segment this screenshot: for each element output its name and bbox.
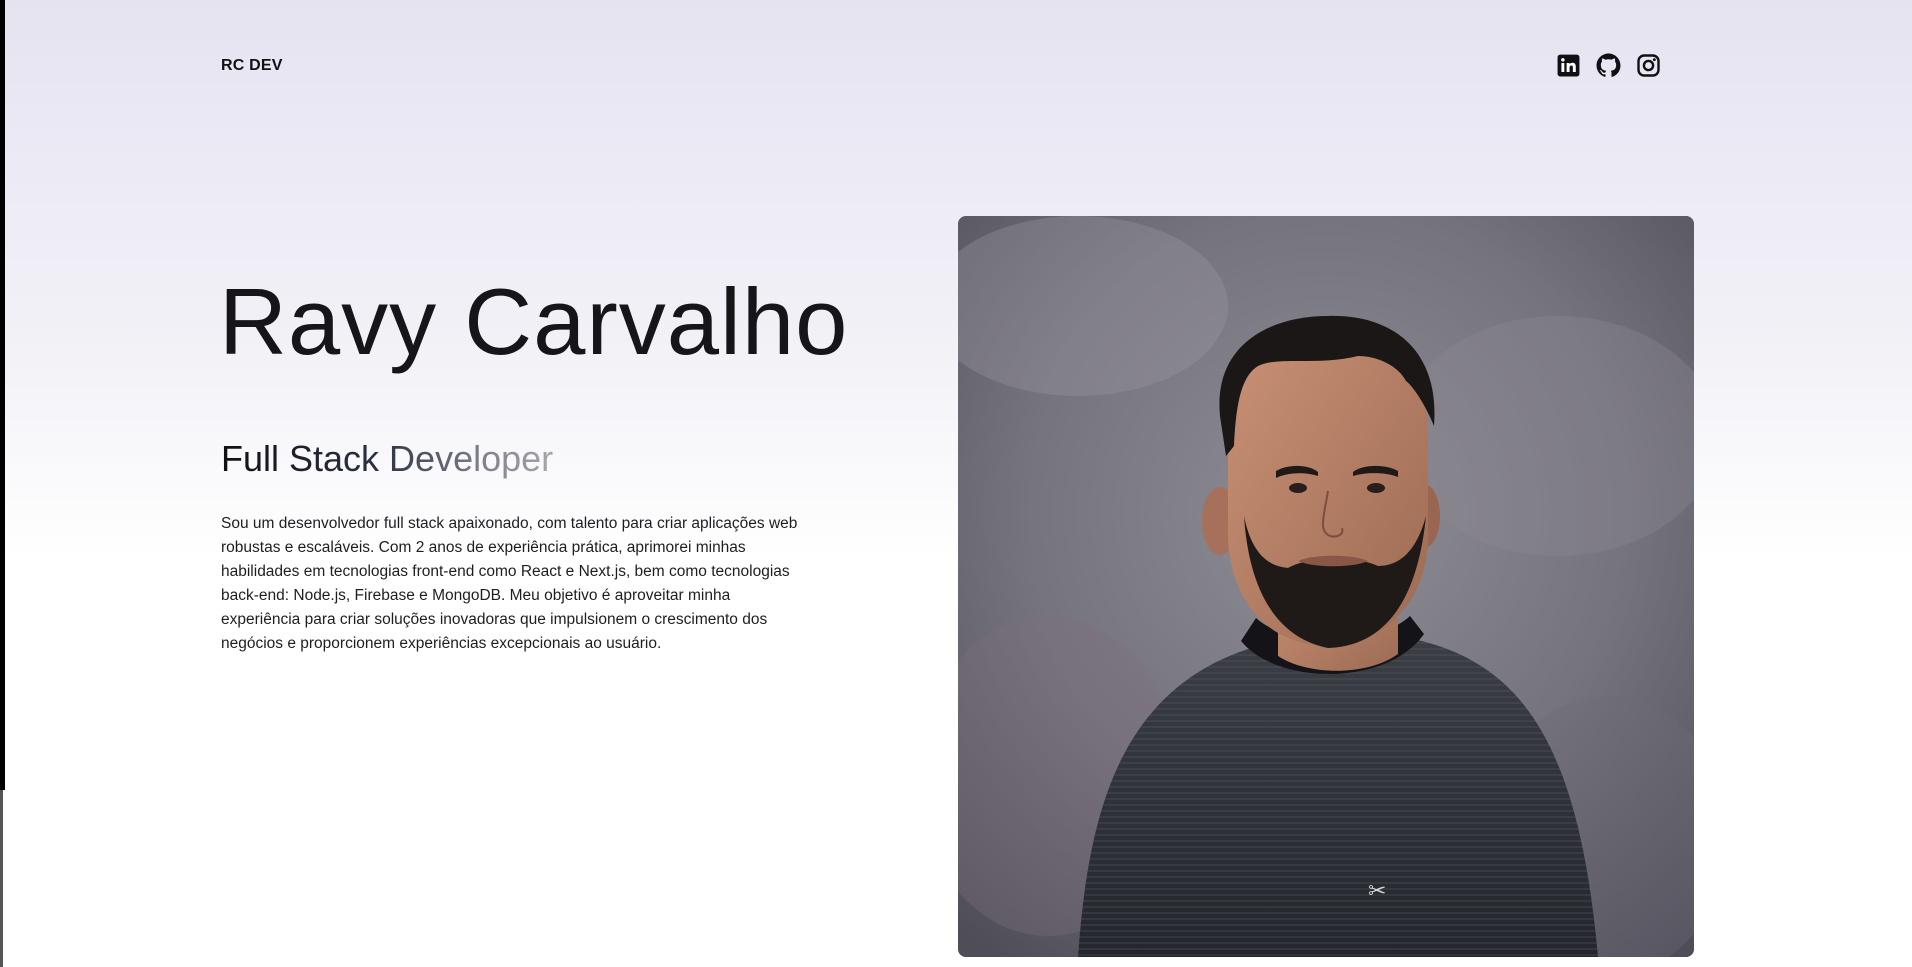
window-edge	[0, 0, 5, 790]
svg-text:✂: ✂	[1368, 878, 1386, 903]
instagram-icon	[1637, 54, 1660, 77]
github-icon	[1596, 53, 1621, 77]
hero-role: Full Stack Developer	[221, 438, 554, 479]
github-link[interactable]	[1596, 53, 1621, 78]
hero-bio: Sou um desenvolvedor full stack apaixona…	[221, 515, 798, 652]
hero-name: Ravy Carvalho	[219, 269, 849, 374]
instagram-link[interactable]	[1636, 53, 1661, 78]
profile-photo: ✂	[958, 216, 1694, 957]
linkedin-link[interactable]	[1556, 53, 1581, 78]
window-edge-lower	[0, 790, 3, 967]
social-links	[1556, 53, 1661, 78]
linkedin-icon	[1557, 54, 1580, 77]
portrait-illustration: ✂	[958, 216, 1694, 957]
site-logo[interactable]: RC DEV	[221, 57, 283, 75]
